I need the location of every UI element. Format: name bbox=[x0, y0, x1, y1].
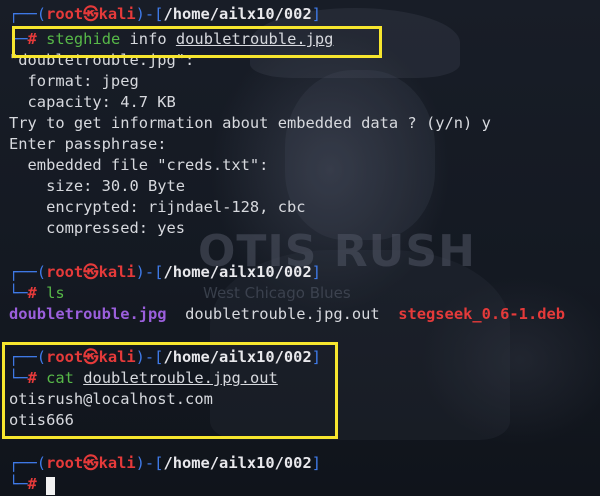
command-line[interactable]: └─# bbox=[9, 474, 37, 495]
wallpaper-subtitle: West Chicago Blues bbox=[203, 284, 351, 302]
output-line: compressed: yes bbox=[9, 219, 186, 237]
command-line[interactable]: └─# ls bbox=[9, 283, 65, 304]
output-line: encrypted: rijndael-128, cbc bbox=[9, 198, 306, 216]
ls-output: doubletrouble.jpg doubletrouble.jpg.out … bbox=[9, 304, 565, 325]
prompt-header: ┌──(root㉿kali)-[/home/ailx10/002] bbox=[9, 5, 321, 23]
output-line: Try to get information about embedded da… bbox=[9, 114, 491, 132]
file-entry: doubletrouble.jpg.out bbox=[185, 305, 380, 323]
package-entry: stegseek_0.6-1.deb bbox=[398, 305, 566, 323]
prompt-header: ┌──(root㉿kali)-[/home/ailx10/002] bbox=[9, 263, 321, 281]
wallpaper-face bbox=[285, 70, 435, 240]
output-line: capacity: 4.7 KB bbox=[9, 93, 176, 111]
highlight-box bbox=[2, 342, 338, 439]
output-line: embedded file "creds.txt": bbox=[9, 156, 269, 174]
text-cursor bbox=[46, 477, 55, 495]
prompt-header: ┌──(root㉿kali)-[/home/ailx10/002] bbox=[9, 454, 321, 472]
output-line: Enter passphrase: bbox=[9, 135, 167, 153]
output-line: size: 30.0 Byte bbox=[9, 177, 186, 195]
highlight-box bbox=[12, 26, 382, 58]
directory-entry: doubletrouble.jpg bbox=[9, 305, 167, 323]
output-line: format: jpeg bbox=[9, 72, 139, 90]
terminal-window[interactable]: OTIS RUSH West Chicago Blues ┌──(root㉿ka… bbox=[0, 0, 600, 496]
